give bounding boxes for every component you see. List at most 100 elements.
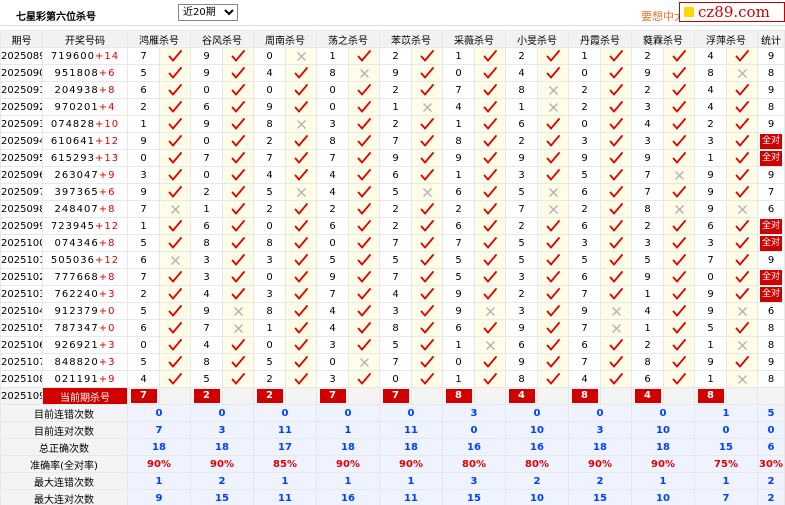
correct-cell xyxy=(348,149,380,167)
correct-cell xyxy=(663,336,695,354)
kill-number-cell: 6 xyxy=(505,115,538,133)
column-header-expert[interactable]: 鸿雁杀号 xyxy=(127,30,191,48)
summary-value: 1 xyxy=(694,472,758,490)
correct-cell xyxy=(348,251,380,269)
kill-number-cell: 5 xyxy=(316,251,349,269)
correct-cell xyxy=(222,47,254,65)
row-period: 2025096 xyxy=(0,166,43,184)
column-header-expert[interactable]: 丹霞杀号 xyxy=(568,30,632,48)
summary-value: 2 xyxy=(568,472,632,490)
check-mark-icon xyxy=(735,186,749,198)
summary-row: 最大连对次数 9 15 11 16 11 15 10 15 10 7 2 xyxy=(0,489,785,505)
correct-cell xyxy=(600,115,632,133)
site-logo[interactable]: cz89.com xyxy=(679,2,785,22)
column-header-expert[interactable]: 浮萍杀号 xyxy=(694,30,758,48)
kill-number-cell: 6 xyxy=(127,81,160,99)
winning-sum: +14 xyxy=(95,50,120,62)
check-mark-icon xyxy=(168,356,182,368)
column-header-expert[interactable]: 蕤霖杀号 xyxy=(631,30,695,48)
check-mark-icon xyxy=(672,135,686,147)
kill-number-cell: 5 xyxy=(253,353,286,371)
correct-cell xyxy=(600,336,632,354)
check-mark-icon xyxy=(609,271,623,283)
kill-number-cell: 7 xyxy=(379,132,412,150)
column-header-expert[interactable]: 荡之杀号 xyxy=(316,30,380,48)
summary-stat: 5 xyxy=(757,404,785,422)
check-mark-icon xyxy=(420,305,434,317)
correct-cell xyxy=(222,149,254,167)
wrong-cell xyxy=(537,98,569,116)
kill-number-cell: 0 xyxy=(127,336,160,354)
check-mark-icon xyxy=(609,373,623,385)
check-mark-icon xyxy=(231,135,245,147)
summary-value: 15 xyxy=(190,489,254,505)
check-mark-icon xyxy=(483,271,497,283)
winning-sum: +12 xyxy=(95,220,120,232)
row-period: 2025091 xyxy=(0,81,43,99)
correct-cell xyxy=(159,98,191,116)
wrong-cell xyxy=(285,183,317,201)
kill-number-cell: 0 xyxy=(316,81,349,99)
check-mark-icon xyxy=(735,271,749,283)
row-stat: 9 xyxy=(757,47,785,65)
correct-cell xyxy=(537,234,569,252)
check-mark-icon xyxy=(735,152,749,164)
cross-mark-icon xyxy=(737,204,747,214)
kill-number-cell: 7 xyxy=(316,149,349,167)
kill-number-cell: 3 xyxy=(253,285,286,303)
check-mark-icon xyxy=(357,322,371,334)
correct-cell xyxy=(222,285,254,303)
kill-number-cell: 8 xyxy=(190,234,223,252)
kill-number-cell: 1 xyxy=(694,336,727,354)
column-header-expert[interactable]: 谷风杀号 xyxy=(190,30,254,48)
column-header-expert[interactable]: 周南杀号 xyxy=(253,30,317,48)
wrong-cell xyxy=(411,98,443,116)
cross-mark-icon xyxy=(611,323,621,333)
summary-value: 10 xyxy=(505,489,569,505)
correct-cell xyxy=(474,319,506,337)
check-mark-icon xyxy=(546,254,560,266)
kill-number-cell: 3 xyxy=(631,98,664,116)
winning-digits: 021191 xyxy=(54,373,99,385)
cross-mark-icon xyxy=(737,68,747,78)
table-row: 2025102 777668+8 7 3 0 9 7 5 3 6 9 0 全对 xyxy=(0,268,785,286)
check-mark-icon xyxy=(357,220,371,232)
kill-number-cell: 4 xyxy=(316,183,349,201)
check-mark-icon xyxy=(483,373,497,385)
period-range-select[interactable]: 近20期 xyxy=(178,4,238,21)
row-period: 2025093 xyxy=(0,115,43,133)
wrong-cell xyxy=(411,183,443,201)
check-mark-icon xyxy=(672,271,686,283)
cross-mark-icon xyxy=(296,187,306,197)
check-mark-icon xyxy=(420,322,434,334)
column-header-expert[interactable]: 苯苡杀号 xyxy=(379,30,443,48)
row-winning-number: 263047+9 xyxy=(42,166,128,184)
summary-value: 0 xyxy=(316,404,380,422)
winning-sum: +0 xyxy=(98,322,116,334)
kill-number-cell: 0 xyxy=(379,370,412,388)
column-header-expert[interactable]: 采薇杀号 xyxy=(442,30,506,48)
check-mark-icon xyxy=(231,186,245,198)
kill-number-cell: 2 xyxy=(505,132,538,150)
cross-mark-icon xyxy=(359,357,369,367)
correct-cell xyxy=(348,115,380,133)
correct-cell xyxy=(348,166,380,184)
kill-number-cell: 5 xyxy=(505,183,538,201)
check-mark-icon xyxy=(609,220,623,232)
row-winning-number: 505036+12 xyxy=(42,251,128,269)
summary-value: 1 xyxy=(127,472,191,490)
summary-value: 3 xyxy=(190,421,254,439)
correct-cell xyxy=(222,370,254,388)
check-mark-icon xyxy=(609,50,623,62)
check-mark-icon xyxy=(357,135,371,147)
column-header-expert[interactable]: 小旻杀号 xyxy=(505,30,569,48)
kill-number-cell: 2 xyxy=(379,200,412,218)
check-mark-icon xyxy=(546,305,560,317)
summary-label: 目前连对次数 xyxy=(0,421,128,439)
kill-number-cell: 5 xyxy=(505,251,538,269)
check-mark-icon xyxy=(420,118,434,130)
kill-number-cell: 9 xyxy=(505,353,538,371)
check-mark-icon xyxy=(168,169,182,181)
check-mark-icon xyxy=(420,84,434,96)
kill-number-cell: 2 xyxy=(316,200,349,218)
